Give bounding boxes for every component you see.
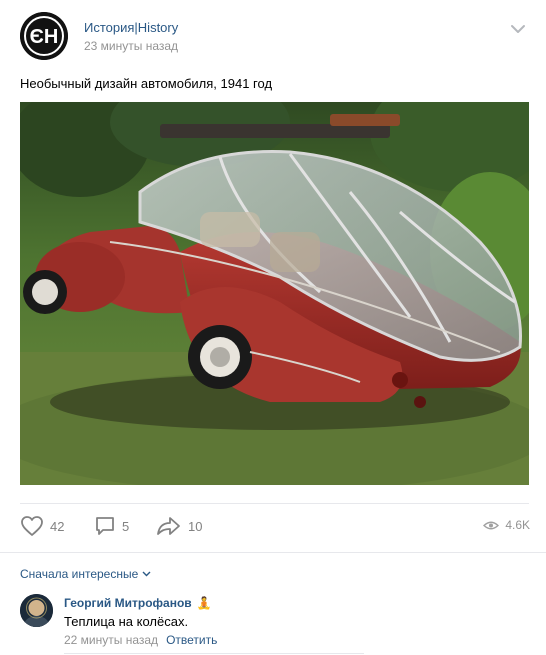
post-actions: 42 5 10 [0,506,546,546]
share-count: 10 [188,518,203,534]
community-avatar[interactable]: ЄH [20,12,68,60]
comment-meta: 22 минуты назад Ответить [64,633,217,647]
divider [20,503,529,504]
comment-author[interactable]: Георгий Митрофанов 🧘 [64,596,212,610]
post-photo[interactable] [20,102,529,485]
comment-time[interactable]: 22 минуты назад [64,633,158,647]
post-text: Необычный дизайн автомобиля, 1941 год [20,76,273,91]
chevron-down-icon[interactable] [510,22,526,34]
post-author[interactable]: История|History [84,20,178,35]
chevron-down-icon [142,571,151,577]
like-count: 42 [50,518,65,534]
comment-count: 5 [122,518,130,534]
avatar-lettering: ЄH [30,26,59,48]
post-header: ЄH История|History 23 минуты назад [0,0,546,70]
share-arrow-icon [157,517,180,535]
comment-author-name: Георгий Митрофанов [64,596,192,610]
comment-text: Теплица на колёсах. [64,614,189,629]
divider [0,552,546,553]
views-count: 4.6K [505,518,530,532]
like-button[interactable]: 42 [20,506,64,546]
comment-button[interactable]: 5 [94,506,129,546]
divider [64,653,364,654]
meditation-emoji-icon: 🧘 [196,596,212,610]
eye-icon [483,521,500,529]
comments-sort-dropdown[interactable]: Сначала интересные [20,567,151,581]
sort-label: Сначала интересные [20,567,139,581]
share-button[interactable]: 10 [156,506,202,546]
reply-button[interactable]: Ответить [166,633,217,647]
commenter-avatar[interactable] [20,594,53,627]
views-counter: 4.6K [483,518,530,532]
post-time[interactable]: 23 минуты назад [84,39,178,53]
heart-icon [21,516,43,536]
comment-icon [96,517,114,535]
